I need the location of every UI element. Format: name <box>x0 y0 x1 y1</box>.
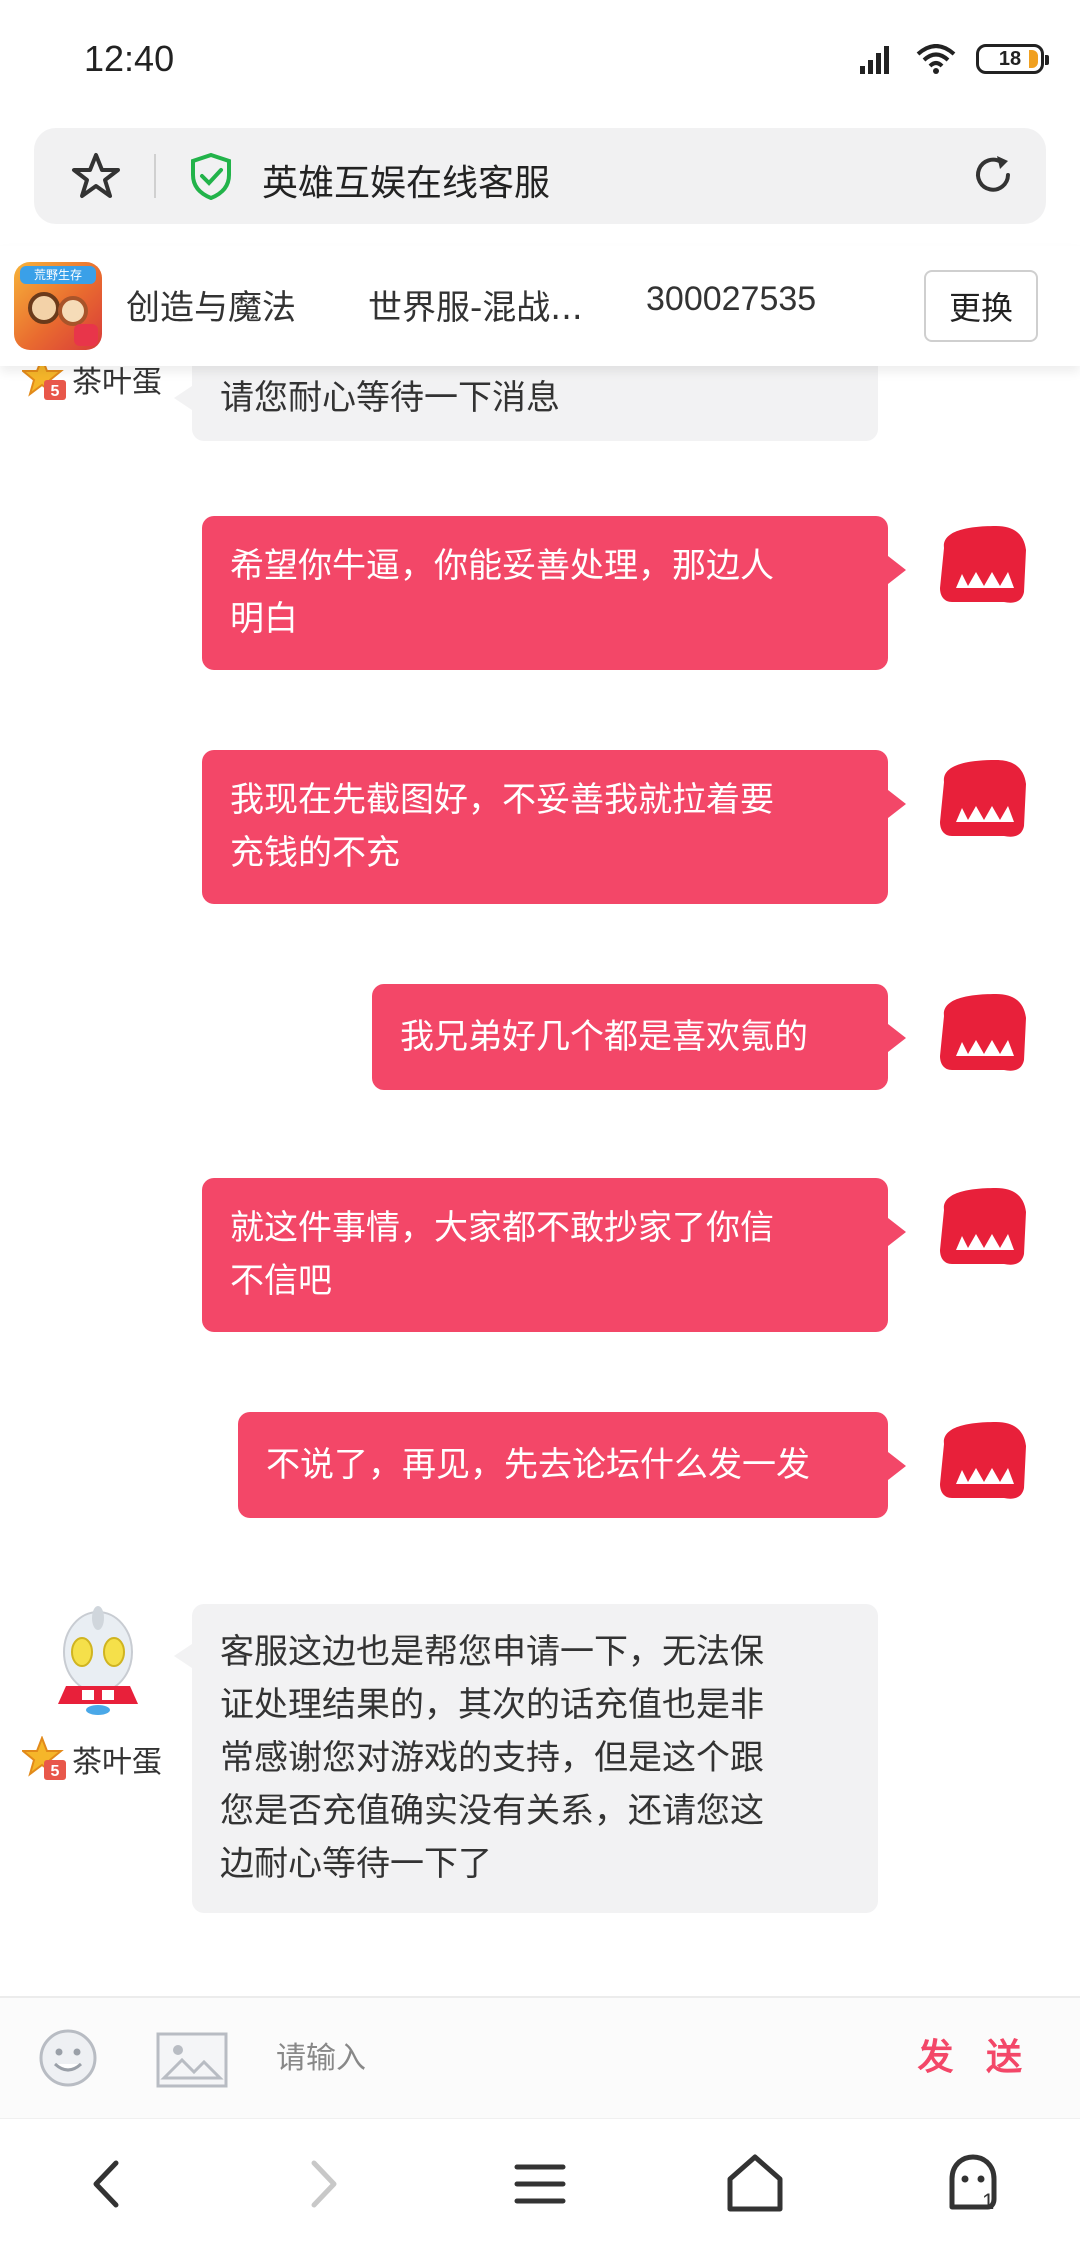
page-title: 英雄互娱在线客服 <box>262 163 551 204</box>
forward-icon[interactable] <box>288 2149 358 2219</box>
message-line: 请您耐心等待一下消息 <box>220 378 560 418</box>
user-message: 不说了，再见，先去论坛什么发一发 <box>238 1412 906 1518</box>
user-avatar <box>940 994 1026 1071</box>
bottom-nav: 1 <box>0 2118 1080 2248</box>
chat-area[interactable]: 5 茶叶蛋 请您耐心等待一下消息 希望你牛逼，你能妥善处理，那边人 明白 我现在… <box>0 366 1080 1996</box>
tabs-count: 1 <box>982 2189 995 2214</box>
account-id: 300027535 <box>646 280 817 318</box>
back-icon[interactable] <box>72 2149 142 2219</box>
game-server: 世界服-混战... <box>368 288 583 328</box>
message-line: 明白 <box>230 599 298 639</box>
shield-icon <box>191 152 231 200</box>
agent-message: 客服这边也是帮您申请一下，无法保 证处理结果的，其次的话充值也是非 常感谢您对游… <box>174 1604 878 1913</box>
agent-name: 茶叶蛋 <box>72 1745 162 1780</box>
signal-icon <box>860 46 889 74</box>
message-line: 我现在先截图好，不妥善我就拉着要 <box>230 780 774 820</box>
game-name: 创造与魔法 <box>126 288 296 328</box>
svg-text:5: 5 <box>51 383 60 400</box>
send-button[interactable]: 发 送 <box>917 2028 1032 2080</box>
address-bar[interactable]: 英雄互娱在线客服 <box>34 128 1046 224</box>
agent-label: 5 茶叶蛋 <box>22 1736 162 1782</box>
user-message: 我兄弟好几个都是喜欢氪的 <box>372 984 906 1090</box>
message-line: 常感谢您对游戏的支持，但是这个跟 <box>220 1738 764 1778</box>
message-line: 我兄弟好几个都是喜欢氪的 <box>400 1017 808 1057</box>
message-line: 您是否充值确实没有关系，还请您这 <box>220 1791 764 1831</box>
game-icon-caption: 荒野生存 <box>20 266 96 284</box>
tabs-icon <box>949 2154 997 2210</box>
tabs-button[interactable]: 1 <box>938 2149 1008 2219</box>
agent-label: 5 茶叶蛋 <box>22 366 162 402</box>
vip-badge-icon: 5 <box>22 1736 66 1780</box>
star-icon[interactable] <box>70 150 122 202</box>
message-line: 客服这边也是帮您申请一下，无法保 <box>220 1632 764 1672</box>
message-line: 充钱的不充 <box>230 833 400 873</box>
vip-badge-icon: 5 <box>22 366 66 400</box>
divider <box>154 154 156 198</box>
user-avatar <box>940 526 1026 603</box>
home-icon[interactable] <box>720 2149 790 2219</box>
image-icon[interactable] <box>156 2032 228 2088</box>
status-time: 12:40 <box>84 38 175 79</box>
menu-icon[interactable] <box>505 2149 575 2219</box>
user-avatar <box>940 1188 1026 1265</box>
user-avatar <box>940 1422 1026 1499</box>
status-icons: 18 <box>860 42 1049 76</box>
message-line: 边耐心等待一下了 <box>220 1844 492 1884</box>
message-line: 不信吧 <box>230 1261 332 1301</box>
battery-level: 18 <box>998 47 1022 70</box>
message-line: 希望你牛逼，你能妥善处理，那边人 <box>230 546 774 586</box>
input-bar: 发 送 <box>0 1996 1080 2118</box>
agent-message: 请您耐心等待一下消息 <box>174 366 878 441</box>
wifi-icon <box>916 44 956 74</box>
battery-icon: 18 <box>976 44 1049 74</box>
emoji-icon[interactable] <box>38 2028 98 2088</box>
user-message: 我现在先截图好，不妥善我就拉着要 充钱的不充 <box>202 750 906 904</box>
svg-text:5: 5 <box>51 1763 60 1780</box>
game-header: 荒野生存 创造与魔法 世界服-混战... 300027535 更换 <box>0 246 1080 366</box>
game-icon: 荒野生存 <box>14 262 102 350</box>
message-line: 证处理结果的，其次的话充值也是非 <box>220 1685 764 1725</box>
user-message: 希望你牛逼，你能妥善处理，那边人 明白 <box>202 516 906 670</box>
message-input[interactable] <box>276 2026 876 2090</box>
agent-avatar <box>58 1606 138 1715</box>
message-line: 就这件事情，大家都不敢抄家了你信 <box>230 1208 774 1248</box>
message-line: 不说了，再见，先去论坛什么发一发 <box>266 1445 810 1485</box>
refresh-icon[interactable] <box>970 152 1016 198</box>
user-message: 就这件事情，大家都不敢抄家了你信 不信吧 <box>202 1178 906 1332</box>
agent-name: 茶叶蛋 <box>72 366 162 400</box>
user-avatar <box>940 760 1026 837</box>
status-bar: 12:40 18 <box>0 0 1080 118</box>
change-button[interactable]: 更换 <box>924 270 1038 342</box>
